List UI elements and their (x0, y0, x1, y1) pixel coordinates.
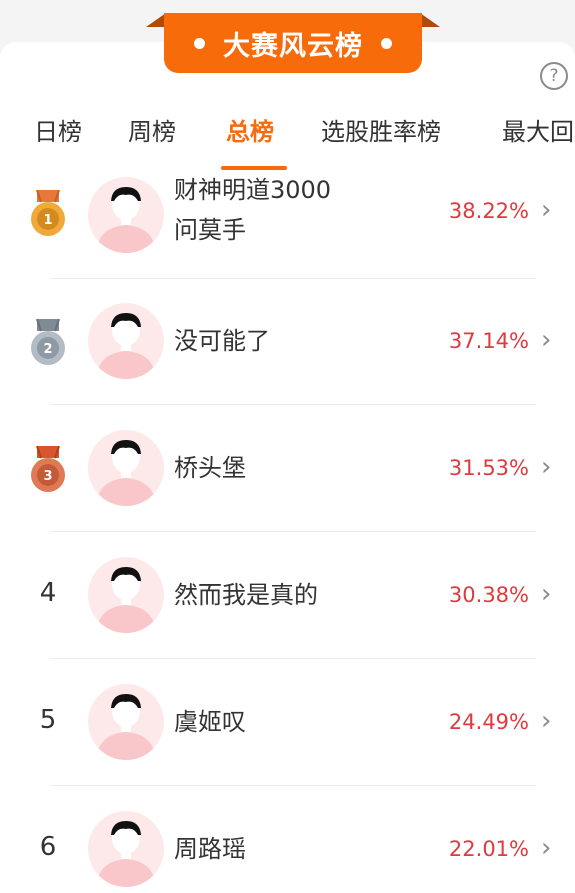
tab-bar: 日榜 周榜 总榜 选股胜率榜 最大回 (0, 110, 575, 170)
player-name-line2: 问莫手 (174, 216, 246, 244)
return-percent: 24.49% (448, 710, 529, 734)
return-percent: 22.01% (448, 837, 529, 861)
avatar[interactable] (88, 684, 164, 760)
chevron-right-icon: › (541, 706, 552, 736)
default-avatar-icon (96, 694, 156, 760)
avatar[interactable] (88, 811, 164, 887)
rank-number: 4 (39, 578, 57, 608)
silver-medal-icon: 2 (31, 319, 65, 365)
tab-overall[interactable]: 总榜 (226, 110, 274, 154)
chevron-right-icon: › (541, 325, 552, 355)
gold-medal-icon: 1 (31, 190, 65, 236)
player-name: 财神明道3000 (174, 176, 332, 204)
avatar[interactable] (88, 303, 164, 379)
tab-weekly[interactable]: 周榜 (128, 110, 176, 154)
rank-row-3[interactable]: 3 桥头堡 31.53% › (0, 405, 575, 531)
rank-number: 5 (39, 705, 57, 735)
chevron-right-icon: › (541, 579, 552, 609)
return-percent: 30.38% (448, 583, 529, 607)
tab-max-drawdown[interactable]: 最大回 (502, 110, 574, 154)
banner-ribbon-right (420, 13, 440, 27)
return-percent: 38.22% (448, 199, 529, 223)
player-name: 周路瑶 (174, 835, 246, 863)
rank-row-4[interactable]: 4 然而我是真的 30.38% › (0, 532, 575, 658)
tab-stock-win-rate[interactable]: 选股胜率榜 (321, 110, 441, 154)
default-avatar-icon (96, 821, 156, 887)
svg-text:1: 1 (43, 213, 52, 228)
bronze-medal-icon: 3 (31, 446, 65, 492)
chevron-right-icon: › (541, 452, 552, 482)
default-avatar-icon (96, 567, 156, 633)
rank-number: 6 (39, 832, 57, 862)
banner-dot-left (194, 37, 205, 49)
return-percent: 31.53% (448, 456, 529, 480)
banner-dot-right (381, 37, 392, 49)
rank-row-1[interactable]: 1 财神明道3000 问莫手 38.22% › (0, 170, 575, 280)
svg-text:2: 2 (43, 342, 52, 357)
avatar[interactable] (88, 177, 164, 253)
tab-daily[interactable]: 日榜 (34, 110, 82, 154)
player-name: 虞姬叹 (174, 708, 246, 736)
rank-row-6[interactable]: 6 周路瑶 22.01% › (0, 786, 575, 893)
player-name: 桥头堡 (174, 454, 246, 482)
banner-title: 大赛风云榜 (223, 30, 363, 62)
chevron-right-icon: › (541, 195, 552, 225)
return-percent: 37.14% (448, 329, 529, 353)
default-avatar-icon (96, 313, 156, 379)
avatar[interactable] (88, 430, 164, 506)
default-avatar-icon (96, 187, 156, 253)
svg-text:3: 3 (43, 469, 52, 484)
banner-body: 大赛风云榜 (164, 13, 422, 73)
player-name: 没可能了 (174, 327, 270, 355)
player-name: 然而我是真的 (174, 581, 318, 609)
banner-ribbon-left (146, 13, 166, 27)
help-icon[interactable]: ? (540, 62, 568, 90)
chevron-right-icon: › (541, 833, 552, 863)
rank-row-5[interactable]: 5 虞姬叹 24.49% › (0, 659, 575, 785)
default-avatar-icon (96, 440, 156, 506)
rank-row-2[interactable]: 2 没可能了 37.14% › (0, 279, 575, 405)
banner: 大赛风云榜 (146, 13, 440, 75)
avatar[interactable] (88, 557, 164, 633)
